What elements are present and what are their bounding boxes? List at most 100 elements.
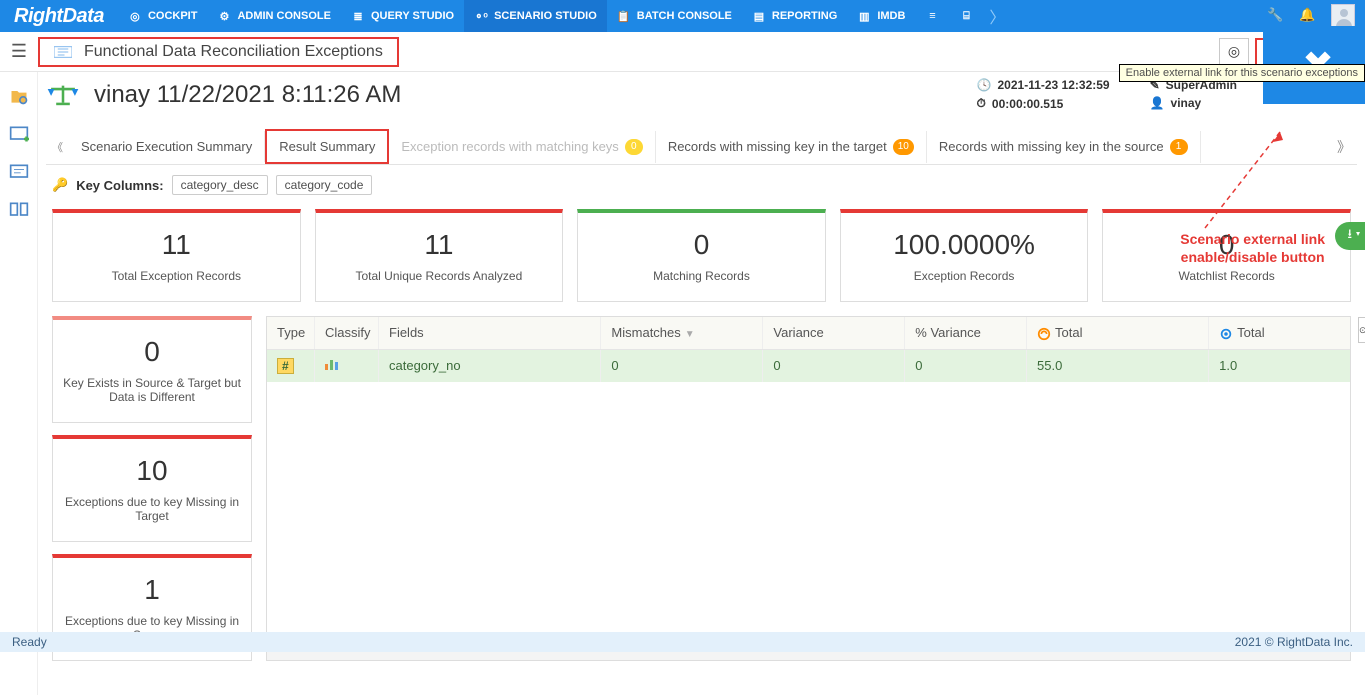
balance-icon [46,81,80,109]
hash-type-icon: # [277,358,294,374]
key-icon-small: 🔑 [52,177,68,193]
col-type[interactable]: Type [267,317,315,349]
hamburger-menu[interactable]: ☰ [0,41,38,62]
folder-search-icon[interactable] [9,86,29,106]
status-text: Ready [12,635,47,649]
nav-more-cyl[interactable]: ⌸ [949,0,983,32]
badge-matching-keys: 0 [625,139,643,155]
cell-pct-variance: 0 [905,350,1027,382]
card-total-exceptions: 11Total Exception Records [52,209,301,302]
tabs-scroll-left[interactable]: 《 [46,139,69,155]
card-key-exists-diff: 0Key Exists in Source & Target but Data … [52,316,252,423]
tab-exception-matching-keys[interactable]: Exception records with matching keys0 [389,131,655,163]
scenario-icon[interactable] [9,162,29,182]
tab-execution-summary[interactable]: Scenario Execution Summary [69,131,265,162]
cell-type: # [267,350,315,382]
key-columns-row: 🔑 Key Columns: category_desc category_co… [46,165,1357,205]
col-fields[interactable]: Fields [379,317,601,349]
run-elapsed: 00:00:00.515 [992,97,1063,111]
tab-missing-key-target[interactable]: Records with missing key in the target10 [656,131,927,163]
run-timestamp: 2021-11-23 12:32:59 [998,78,1110,92]
col-pct-variance[interactable]: % Variance [905,317,1027,349]
table-row[interactable]: # category_no 0 0 0 55.0 1.0 [267,350,1350,382]
sort-desc-icon: ▼ [685,329,695,340]
nav-reporting[interactable]: ▤REPORTING [742,0,847,32]
nav-items: ◎COCKPIT ⚙ADMIN CONSOLE ≣QUERY STUDIO ⚬ᵒ… [118,0,1011,32]
card-unique-records: 11Total Unique Records Analyzed [315,209,564,302]
status-bar: Ready 2021 © RightData Inc. [0,632,1365,652]
cylinder-icon: ⌸ [959,9,973,23]
gear-icon: ⚙ [217,9,231,23]
source-total-icon [1037,327,1051,341]
title-bar: vinay 11/22/2021 8:11:26 AM 🕓 2021-11-23 … [46,78,1357,111]
key-columns-label: Key Columns: [76,178,163,193]
cell-classify [315,350,379,382]
clock-icon: 🕓 [977,78,992,92]
col-classify[interactable]: Classify [315,317,379,349]
compare-icon[interactable] [9,200,29,220]
copyright: 2021 © RightData Inc. [1235,635,1353,649]
card-missing-target: 10Exceptions due to key Missing in Targe… [52,435,252,542]
key-chip-0[interactable]: category_desc [172,175,268,195]
key-chip-1[interactable]: category_code [276,175,373,195]
table-header: Type Classify Fields Mismatches▼ Varianc… [267,317,1350,350]
nav-scenario-studio[interactable]: ⚬ᵒSCENARIO STUDIO [464,0,607,32]
tabs-scroll-right[interactable]: 》 [1331,137,1357,157]
nav-admin-console[interactable]: ⚙ADMIN CONSOLE [207,0,341,32]
col-total-source[interactable]: Total [1027,317,1209,349]
stack-icon: ≡ [925,9,939,23]
cell-variance: 0 [763,350,905,382]
tab-result-summary[interactable]: Result Summary [265,129,389,164]
share-icon: ⚬ᵒ [474,9,488,23]
nav-more-db[interactable]: ≡ [915,0,949,32]
classify-bars-icon [325,358,338,370]
bell-icon[interactable]: 🔔 [1299,7,1317,25]
nav-right: 🔧 🔔 [1267,4,1365,28]
owner: vinay [1171,96,1202,110]
card-matching-records: 0Matching Records [577,209,826,302]
user-icon: 👤 [1150,96,1165,110]
cell-total-target: 1.0 [1209,350,1350,382]
breadcrumb-highlight: Functional Data Reconciliation Exception… [38,37,399,67]
refresh-button[interactable]: ◎ [1219,38,1249,66]
cell-fields: category_no [379,350,601,382]
callout-text: Scenario external link enable/disable bu… [1180,230,1325,266]
recon-icon [54,45,72,59]
badge-missing-source: 1 [1170,139,1188,155]
book-icon: ▥ [857,9,871,23]
gauge-icon: ◎ [128,9,142,23]
nav-query-studio[interactable]: ≣QUERY STUDIO [341,0,464,32]
card-exception-pct: 100.0000%Exception Records [840,209,1089,302]
nav-cockpit[interactable]: ◎COCKPIT [118,0,208,32]
cell-mismatches: 0 [601,350,763,382]
add-scenario-icon[interactable] [9,124,29,144]
tooltip: Enable external link for this scenario e… [1119,64,1365,82]
scenario-title: vinay 11/22/2021 8:11:26 AM [94,81,401,109]
download-icon: ⭳ ▾ [1348,225,1361,247]
user-avatar[interactable] [1331,4,1355,28]
main-content: ✖ vinay 11/22/2021 8:11:26 AM 🕓2021-11-2… [38,72,1365,695]
nav-scroll-right[interactable]: 〉 [983,4,1011,28]
col-variance[interactable]: Variance [763,317,905,349]
results-table: ⊙→.000 Type Classify Fields Mismatches▼ … [266,316,1351,661]
key-icon[interactable]: 🔧 [1267,7,1285,25]
subheader: ☰ Functional Data Reconciliation Excepti… [0,32,1365,72]
download-button[interactable]: ⭳ ▾ [1335,222,1365,250]
tab-missing-key-source[interactable]: Records with missing key in the source1 [927,131,1201,163]
result-tabs: 《 Scenario Execution Summary Result Summ… [46,129,1357,165]
left-rail [0,72,38,695]
nav-batch-console[interactable]: 📋BATCH CONSOLE [607,0,742,32]
summary-cards: 11Total Exception Records 11Total Unique… [46,205,1357,306]
top-nav: RightData ◎COCKPIT ⚙ADMIN CONSOLE ≣QUERY… [0,0,1365,32]
nav-imdb[interactable]: ▥IMDB [847,0,915,32]
col-mismatches[interactable]: Mismatches▼ [601,317,763,349]
brand-logo: RightData [0,5,118,28]
report-icon: ▤ [752,9,766,23]
side-summary-cards: 0Key Exists in Source & Target but Data … [52,316,252,661]
page-title: Functional Data Reconciliation Exception… [84,43,383,61]
decimal-toggle-button[interactable]: ⊙→.000 [1358,317,1365,343]
col-total-target[interactable]: Total [1209,317,1350,349]
clipboard-icon: 📋 [617,9,631,23]
target-total-icon [1219,327,1233,341]
badge-missing-target: 10 [893,139,914,155]
